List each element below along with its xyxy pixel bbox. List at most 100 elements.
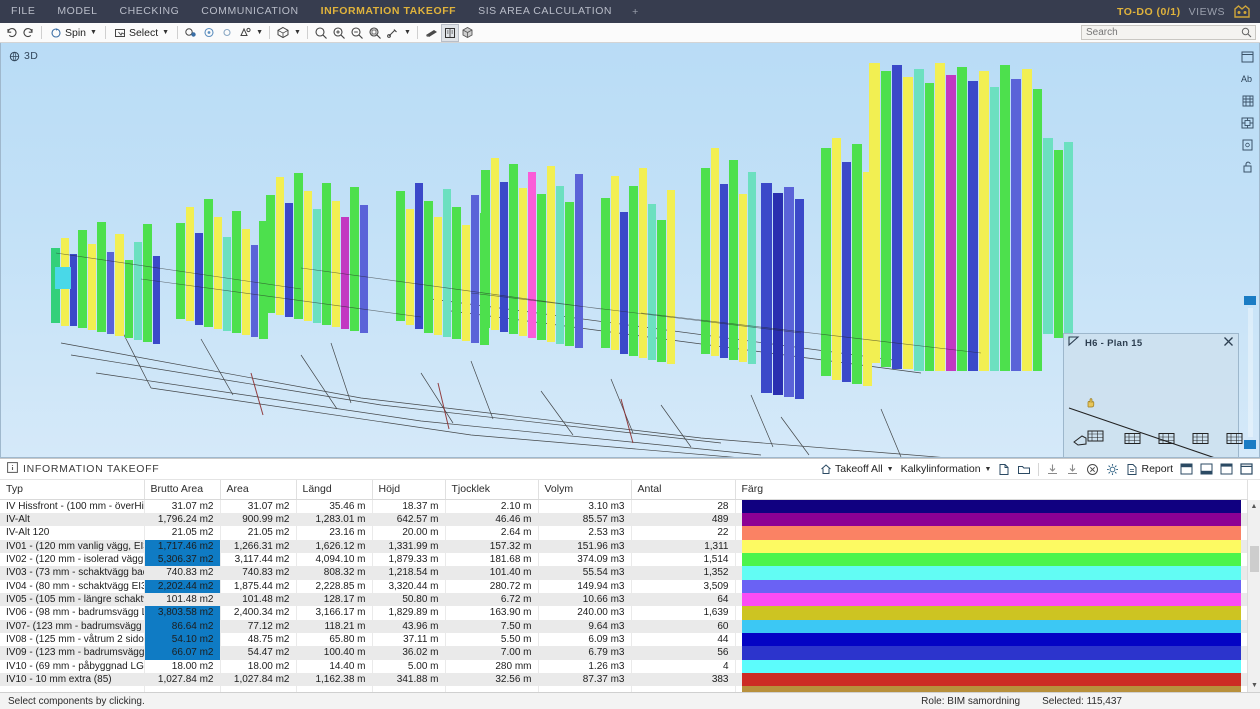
markup-icon[interactable] — [422, 24, 441, 42]
cell-brutto[interactable]: 1,717.46 m2 — [144, 539, 221, 553]
cell-volym[interactable]: 55.54 m3 — [538, 566, 632, 580]
new-takeoff-icon[interactable] — [995, 461, 1013, 478]
cell-typ[interactable]: IV05 - (105 mm - längre schaktvägg, ... — [0, 592, 145, 607]
cell-langd[interactable]: 23.16 m — [296, 526, 373, 540]
column-header-langd[interactable]: Längd — [296, 480, 373, 500]
zoom-area-icon[interactable] — [312, 24, 330, 42]
column-header-farg[interactable]: Färg — [735, 480, 1248, 500]
column-header-brutto-area[interactable]: Brutto Area — [144, 480, 221, 500]
menu-item-file[interactable]: FILE — [0, 0, 46, 23]
cell-hojd[interactable]: 18.37 m — [372, 499, 446, 513]
cell-farg[interactable] — [735, 526, 1248, 540]
show-all-icon[interactable] — [200, 24, 218, 42]
cell-hojd[interactable]: 50.80 m — [372, 592, 446, 607]
cell-tjocklek[interactable]: 280 mm — [445, 659, 539, 673]
cell-typ[interactable]: IV04 - (80 mm - schaktvägg EI30, 3m) — [0, 579, 145, 593]
cell-antal[interactable]: 383 — [631, 672, 736, 687]
menu-item-communication[interactable]: COMMUNICATION — [190, 0, 309, 23]
cell-volym[interactable]: 151.96 m3 — [538, 539, 632, 553]
measure-button[interactable]: ▼ — [384, 24, 413, 42]
cell-farg[interactable] — [735, 512, 1248, 527]
add-tab-button[interactable]: + — [623, 6, 648, 18]
cell-brutto[interactable] — [144, 686, 221, 692]
cell-tjocklek[interactable] — [445, 686, 539, 692]
table-row[interactable]: IV01 - (120 mm vanlig vägg, EI30, 4,6m)1… — [0, 539, 1248, 553]
cell-area[interactable]: 31.07 m2 — [220, 499, 297, 513]
model-cube-icon[interactable] — [459, 24, 476, 42]
plan-element-icon[interactable] — [1072, 424, 1108, 449]
floating-window-body[interactable] — [1064, 352, 1243, 457]
cell-antal[interactable]: 4 — [631, 659, 736, 673]
cell-farg[interactable] — [735, 499, 1248, 513]
cell-typ[interactable]: IV06 - (98 mm - badrumsvägg LGH, E... — [0, 606, 145, 620]
table-row[interactable]: IV10 - (69 mm - påbyggnad LGH, EI15...18… — [0, 659, 1248, 673]
plan-element-icon[interactable] — [1124, 432, 1142, 449]
user-avatar-icon[interactable] — [1233, 4, 1260, 20]
chevron-down-icon[interactable]: ▼ — [404, 29, 411, 36]
cell-farg[interactable] — [735, 632, 1248, 647]
cell-hojd[interactable]: 20.00 m — [372, 526, 446, 540]
menu-item-sis-area-calculation[interactable]: SIS AREA CALCULATION — [467, 0, 623, 23]
cell-typ[interactable]: IV02 - (120 mm - isolerad vägg sovru... — [0, 552, 145, 567]
search-input[interactable] — [1082, 26, 1241, 39]
clip-plane-button[interactable]: ▼ — [236, 24, 265, 42]
cell-area[interactable]: 77.12 m2 — [220, 619, 297, 633]
cell-hojd[interactable]: 36.02 m — [372, 646, 446, 660]
cell-tjocklek[interactable]: 7.50 m — [445, 619, 539, 633]
undo-icon[interactable] — [3, 24, 20, 42]
text-label-icon[interactable]: Ab — [1239, 71, 1256, 86]
cell-farg[interactable] — [735, 686, 1248, 692]
cell-area[interactable]: 54.47 m2 — [220, 646, 297, 660]
column-header-typ[interactable]: Typ — [0, 480, 145, 500]
report-button[interactable]: Report — [1123, 461, 1176, 478]
table-row[interactable]: IV07- (123 mm - badrumsvägg lokale...86.… — [0, 619, 1248, 633]
cell-tjocklek[interactable]: 46.46 m — [445, 512, 539, 527]
cell-typ[interactable]: IV10 - (69 mm - påbyggnad LGH, EI15... — [0, 659, 145, 673]
cell-brutto[interactable]: 5,306.37 m2 — [144, 552, 221, 567]
cell-farg[interactable] — [735, 579, 1248, 593]
cell-area[interactable]: 1,875.44 m2 — [220, 579, 297, 593]
cell-brutto[interactable]: 54.10 m2 — [144, 632, 221, 647]
grid-icon[interactable] — [1239, 93, 1256, 108]
cell-brutto[interactable]: 101.48 m2 — [144, 592, 221, 607]
cell-typ[interactable]: IV09 - (123 mm - badrumsvägg hög, ... — [0, 646, 145, 660]
cell-typ[interactable] — [0, 686, 145, 692]
hide-components-icon[interactable] — [182, 24, 200, 42]
clear-icon[interactable] — [1083, 461, 1102, 478]
document-icon[interactable] — [1239, 137, 1256, 152]
cell-volym[interactable]: 6.09 m3 — [538, 632, 632, 647]
dock-top-icon[interactable] — [1177, 461, 1196, 478]
cell-farg[interactable] — [735, 606, 1248, 620]
zoom-fit-icon[interactable] — [366, 24, 384, 42]
viewport-scroll-up[interactable] — [1244, 296, 1256, 305]
cell-farg[interactable] — [735, 552, 1248, 567]
cell-brutto[interactable]: 66.07 m2 — [144, 646, 221, 660]
cell-tjocklek[interactable]: 163.90 m — [445, 606, 539, 620]
cell-volym[interactable]: 6.79 m3 — [538, 646, 632, 660]
dock-bottom-icon[interactable] — [1197, 461, 1216, 478]
scroll-down-arrow[interactable]: ▼ — [1248, 679, 1260, 692]
maximize-panel-icon[interactable] — [1237, 461, 1256, 478]
cell-tjocklek[interactable]: 101.40 m — [445, 566, 539, 580]
cell-hojd[interactable]: 1,331.99 m — [372, 539, 446, 553]
cell-tjocklek[interactable]: 5.50 m — [445, 632, 539, 647]
cell-hojd[interactable]: 43.96 m — [372, 619, 446, 633]
cell-area[interactable]: 900.99 m2 — [220, 512, 297, 527]
cell-langd[interactable]: 65.80 m — [296, 632, 373, 647]
open-model-tree-icon[interactable] — [440, 23, 459, 42]
gear-icon[interactable] — [1103, 461, 1122, 478]
cell-tjocklek[interactable]: 181.68 m — [445, 552, 539, 567]
search-box[interactable] — [1081, 25, 1256, 40]
cell-antal[interactable]: 1,352 — [631, 566, 736, 580]
cell-langd[interactable]: 4,094.10 m — [296, 552, 373, 567]
cell-area[interactable] — [220, 686, 297, 692]
cell-antal[interactable] — [631, 686, 736, 692]
cell-tjocklek[interactable]: 280.72 m — [445, 579, 539, 593]
open-takeoff-icon[interactable] — [1014, 461, 1034, 478]
cell-antal[interactable]: 22 — [631, 526, 736, 540]
zoom-in-icon[interactable] — [330, 24, 348, 42]
cell-volym[interactable]: 2.53 m3 — [538, 526, 632, 540]
float-panel-icon[interactable] — [1217, 461, 1236, 478]
cell-brutto[interactable]: 3,803.58 m2 — [144, 606, 221, 620]
table-row[interactable] — [0, 686, 1248, 692]
